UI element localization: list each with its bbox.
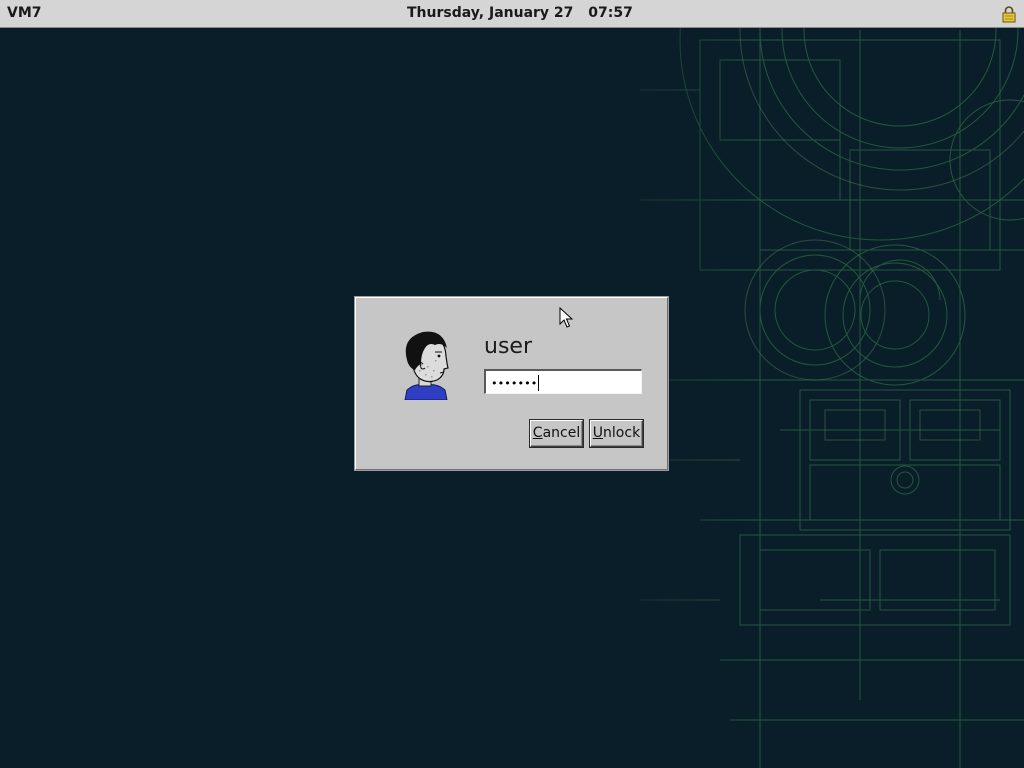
mouse-pointer-icon bbox=[559, 307, 573, 328]
hostname-label: VM7 bbox=[7, 5, 42, 21]
password-mask: ••••••• bbox=[491, 377, 538, 390]
unlock-dialog: user ••••••• Cancel Unlock bbox=[355, 297, 668, 470]
cancel-mnemonic: C bbox=[532, 425, 543, 441]
top-panel: VM7 Thursday, January 27 07:57 bbox=[0, 0, 1024, 28]
unlock-button[interactable]: Unlock bbox=[590, 420, 643, 447]
cancel-label: ancel bbox=[542, 425, 581, 441]
text-caret bbox=[538, 375, 540, 391]
unlock-label: nlock bbox=[603, 425, 641, 441]
username-label: user bbox=[484, 334, 532, 359]
date-time-clock[interactable]: Thursday, January 27 07:57 bbox=[407, 5, 633, 21]
unlock-mnemonic: U bbox=[592, 425, 604, 441]
padlock-icon[interactable] bbox=[1002, 5, 1016, 23]
user-face-avatar-icon bbox=[404, 331, 449, 400]
cancel-button[interactable]: Cancel bbox=[530, 420, 583, 447]
date-label: Thursday, January 27 bbox=[407, 5, 574, 21]
time-label: 07:57 bbox=[588, 5, 633, 21]
password-field[interactable]: ••••••• bbox=[484, 369, 642, 394]
